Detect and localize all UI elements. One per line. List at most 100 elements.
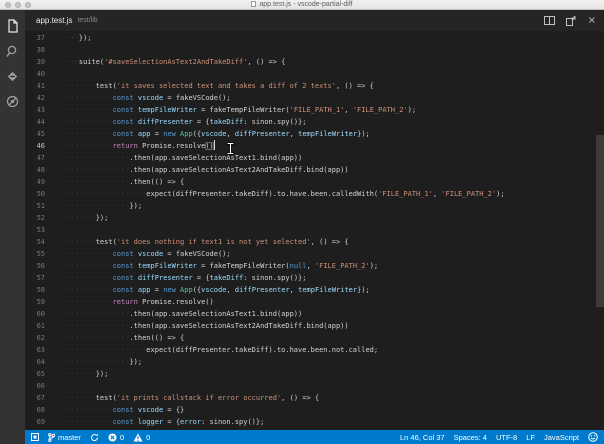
whitespace-dots: ················ <box>62 166 129 174</box>
code-line[interactable]: 59············return Promise.resolve() <box>25 296 604 308</box>
whitespace-dots: ···· <box>62 58 79 66</box>
language-mode-status[interactable]: JavaScript <box>544 433 579 442</box>
code-line[interactable]: 66 <box>25 380 604 392</box>
whitespace-dots: ········ <box>62 394 96 402</box>
eol-status[interactable]: LF <box>526 433 535 442</box>
code-line[interactable]: 58············const app = new App({vscod… <box>25 284 604 296</box>
line-number: 45 <box>25 128 53 140</box>
line-number: 62 <box>25 332 53 344</box>
code-line[interactable]: 47················.then(app.saveSelectio… <box>25 152 604 164</box>
error-icon <box>108 433 117 442</box>
whitespace-dots: ················ <box>62 322 129 330</box>
code-line[interactable]: 43············const tempFileWriter = fak… <box>25 104 604 116</box>
code-line[interactable]: 42············const vscode = fakeVSCode(… <box>25 92 604 104</box>
feedback-smiley-icon[interactable] <box>588 432 598 442</box>
code-text: ········}); <box>53 212 108 224</box>
code-line[interactable]: 60················.then(app.saveSelectio… <box>25 308 604 320</box>
code-text <box>53 224 62 236</box>
code-editor[interactable]: 37····});3839····suite('#saveSelectionAs… <box>25 31 604 430</box>
code-text: ············const vscode = {} <box>53 404 184 416</box>
code-line[interactable]: 69············const logger = {error: sin… <box>25 416 604 428</box>
sync-icon[interactable] <box>90 433 99 442</box>
sidebar-item-debug[interactable] <box>5 93 21 109</box>
errors-count: 0 <box>120 433 124 442</box>
sidebar-item-source-control[interactable] <box>5 68 21 84</box>
whitespace-dots: ············ <box>62 262 113 270</box>
code-line[interactable]: 40 <box>25 68 604 80</box>
line-number: 64 <box>25 356 53 368</box>
code-text: ············const vscode = fakeVSCode(); <box>53 92 231 104</box>
editor-title-bar: app.test.js test/lib × <box>25 10 604 31</box>
whitespace-dots: ············ <box>62 418 113 426</box>
code-text: ····suite('#saveSelectionAsText2AndTakeD… <box>53 56 285 68</box>
macos-titlebar: app.test.js - vscode-partial-diff <box>0 0 604 10</box>
indentation-status[interactable]: Spaces: 4 <box>454 433 487 442</box>
line-number: 49 <box>25 176 53 188</box>
code-text: ········test('it prints callstack if err… <box>53 392 319 404</box>
code-line[interactable]: 70············const app = new App({vscod… <box>25 428 604 430</box>
code-line[interactable]: 46············return Promise.resolve() <box>25 140 604 152</box>
code-line[interactable]: 62················.then(() => { <box>25 332 604 344</box>
code-text: ············const tempFileWriter = fakeT… <box>53 104 416 116</box>
warnings-status[interactable]: 0 <box>133 433 150 442</box>
code-line[interactable]: 51················}); <box>25 200 604 212</box>
whitespace-dots: ················ <box>62 310 129 318</box>
line-number: 53 <box>25 224 53 236</box>
split-editor-icon[interactable] <box>544 16 555 25</box>
encoding-status[interactable]: UTF-8 <box>496 433 517 442</box>
cursor-position-status[interactable]: Ln 46, Col 37 <box>400 433 445 442</box>
git-branch-icon <box>48 433 55 442</box>
whitespace-dots: ················ <box>62 202 129 210</box>
code-line[interactable]: 61················.then(app.saveSelectio… <box>25 320 604 332</box>
sidebar-item-explorer[interactable] <box>5 18 21 34</box>
line-number: 59 <box>25 296 53 308</box>
code-line[interactable]: 55············const vscode = fakeVSCode(… <box>25 248 604 260</box>
code-line[interactable]: 39····suite('#saveSelectionAsText2AndTak… <box>25 56 604 68</box>
whitespace-dots: ················ <box>62 154 129 162</box>
code-line[interactable]: 48················.then(app.saveSelectio… <box>25 164 604 176</box>
code-line[interactable]: 50····················expect(diffPresent… <box>25 188 604 200</box>
git-branch-status[interactable]: master <box>48 433 81 442</box>
whitespace-dots: ········ <box>62 214 96 222</box>
code-line[interactable]: 64················}); <box>25 356 604 368</box>
code-line[interactable]: 65········}); <box>25 368 604 380</box>
code-line[interactable]: 41········test('it saves selected text a… <box>25 80 604 92</box>
line-number: 44 <box>25 116 53 128</box>
code-line[interactable]: 49················.then(() => { <box>25 176 604 188</box>
tab-file-name[interactable]: app.test.js <box>36 16 72 25</box>
line-number: 40 <box>25 68 53 80</box>
code-line[interactable]: 56············const tempFileWriter = fak… <box>25 260 604 272</box>
code-text: ····················expect(diffPresenter… <box>53 188 505 200</box>
errors-status[interactable]: 0 <box>108 433 124 442</box>
code-line[interactable]: 44············const diffPresenter = {tak… <box>25 116 604 128</box>
code-line[interactable]: 52········}); <box>25 212 604 224</box>
code-line[interactable]: 57············const diffPresenter = {tak… <box>25 272 604 284</box>
whitespace-dots: ············ <box>62 286 113 294</box>
line-number: 61 <box>25 320 53 332</box>
code-line[interactable]: 38 <box>25 44 604 56</box>
code-text: ············const diffPresenter = {takeD… <box>53 116 306 128</box>
text-caret <box>214 140 215 150</box>
open-preview-icon[interactable] <box>566 16 577 26</box>
sidebar-item-search[interactable] <box>5 43 21 59</box>
code-line[interactable]: 37····}); <box>25 32 604 44</box>
code-text: ············const app = new App({vscode,… <box>53 428 273 430</box>
code-line[interactable]: 67········test('it prints callstack if e… <box>25 392 604 404</box>
code-line[interactable]: 54········test('it does nothing if text1… <box>25 236 604 248</box>
line-number: 39 <box>25 56 53 68</box>
line-number: 48 <box>25 164 53 176</box>
code-line[interactable]: 53 <box>25 224 604 236</box>
code-text: ················.then(app.saveSelectionA… <box>53 320 349 332</box>
line-number: 57 <box>25 272 53 284</box>
whitespace-dots: ········ <box>62 82 96 90</box>
close-icon[interactable]: × <box>588 16 596 26</box>
line-number: 70 <box>25 428 53 430</box>
code-text: ················.then(app.saveSelectionA… <box>53 164 349 176</box>
code-line[interactable]: 45············const app = new App({vscod… <box>25 128 604 140</box>
code-lines: 37····});3839····suite('#saveSelectionAs… <box>25 32 604 430</box>
code-line[interactable]: 63····················expect(diffPresent… <box>25 344 604 356</box>
line-number: 69 <box>25 416 53 428</box>
code-line[interactable]: 68············const vscode = {} <box>25 404 604 416</box>
vertical-scrollbar-thumb[interactable] <box>596 135 604 307</box>
square-badge-icon[interactable] <box>31 433 39 441</box>
